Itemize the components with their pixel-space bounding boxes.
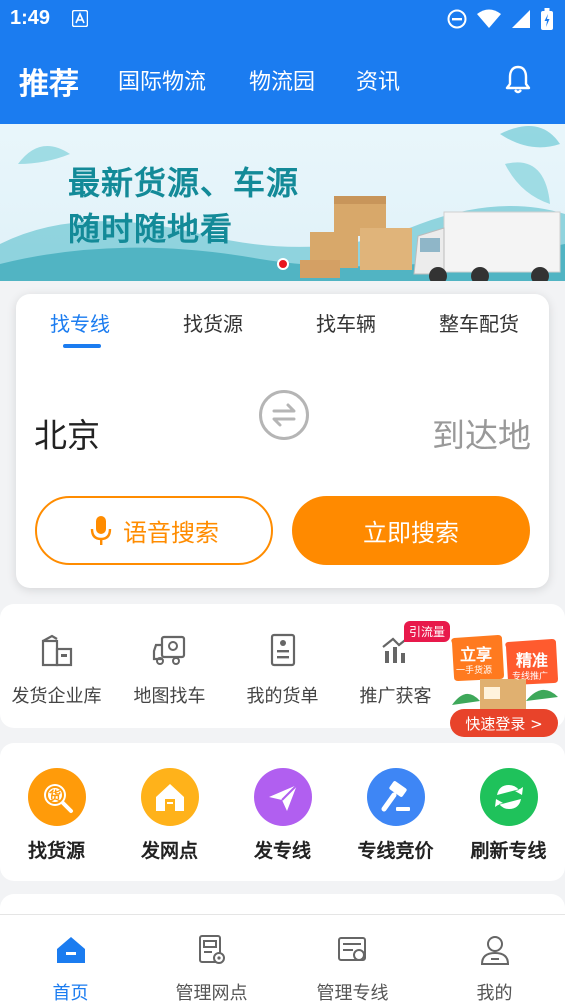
nav-label: 我的 bbox=[476, 983, 513, 1004]
action-label: 刷新专线 bbox=[470, 840, 547, 862]
manage-line-icon bbox=[337, 937, 366, 961]
banner-subline: 随时随地看 bbox=[68, 210, 234, 248]
banner-headline: 最新货源、车源 bbox=[68, 164, 300, 202]
action-line-bidding[interactable]: 专线竞价 bbox=[339, 768, 452, 863]
quick-actions: 货 找货源 发网点 发专线 专线竞价 刷新专线 bbox=[0, 743, 565, 881]
action-label: 找货源 bbox=[27, 840, 85, 862]
manage-outlet-icon bbox=[198, 935, 225, 964]
house-icon bbox=[140, 768, 199, 826]
tab-find-vehicle[interactable]: 找车辆 bbox=[316, 308, 376, 337]
promo-tag-precise-sub: 专线推广 bbox=[512, 672, 549, 682]
document-icon bbox=[270, 633, 295, 667]
traffic-badge: 引流量 bbox=[404, 621, 451, 642]
promo-tag-precise: 精准 bbox=[516, 651, 549, 670]
nav-manage-outlets[interactable]: 管理网点 bbox=[141, 931, 282, 1004]
swap-route-button[interactable] bbox=[259, 390, 309, 440]
gavel-icon bbox=[366, 768, 425, 826]
floating-login-promo[interactable]: 立享 一手货源 精准 专线推广 快速登录 > bbox=[446, 635, 564, 739]
origin-city[interactable]: 北京 bbox=[34, 409, 100, 457]
action-find-cargo[interactable]: 货 找货源 bbox=[0, 768, 113, 863]
nav-home[interactable]: 首页 bbox=[0, 931, 141, 1004]
paper-plane-icon bbox=[253, 768, 312, 826]
truck-map-icon bbox=[152, 635, 185, 665]
voice-search-button[interactable]: 语音搜索 bbox=[35, 496, 273, 565]
svg-text:货: 货 bbox=[49, 788, 61, 803]
tab-news[interactable]: 资讯 bbox=[356, 64, 400, 96]
wifi-icon bbox=[477, 9, 501, 28]
destination-field[interactable]: 到达地 bbox=[432, 409, 531, 457]
swap-icon bbox=[272, 403, 296, 427]
status-bar: 1:49 bbox=[0, 0, 565, 38]
action-post-line[interactable]: 发专线 bbox=[226, 768, 339, 863]
promo-tag-instant-sub: 一手货源 bbox=[456, 666, 493, 676]
refresh-icon bbox=[479, 768, 538, 826]
user-icon bbox=[480, 936, 509, 965]
bell-icon[interactable] bbox=[505, 64, 531, 94]
voice-search-label: 语音搜索 bbox=[123, 519, 219, 547]
tool-label: 我的货单 bbox=[246, 686, 319, 707]
tool-map-find-truck[interactable]: 地图找车 bbox=[113, 632, 226, 708]
search-now-button[interactable]: 立即搜索 bbox=[292, 496, 530, 565]
route-search-card: 找专线 找货源 找车辆 整车配货 北京 到达地 语音搜索 立即搜索 bbox=[16, 294, 549, 588]
nav-label: 管理网点 bbox=[175, 983, 248, 1004]
nav-manage-lines[interactable]: 管理专线 bbox=[282, 931, 423, 1004]
nav-label: 管理专线 bbox=[316, 983, 389, 1004]
carousel-indicator[interactable] bbox=[277, 258, 289, 270]
tool-label: 发货企业库 bbox=[11, 686, 102, 707]
battery-icon bbox=[541, 8, 553, 30]
nav-me[interactable]: 我的 bbox=[424, 931, 565, 1004]
promo-tag-instant: 立享 bbox=[460, 645, 493, 664]
microphone-icon bbox=[90, 515, 112, 545]
action-label: 发网点 bbox=[140, 840, 198, 862]
search-now-label: 立即搜索 bbox=[363, 519, 459, 547]
action-label: 专线竞价 bbox=[357, 840, 434, 862]
tab-find-line[interactable]: 找专线 bbox=[50, 308, 110, 337]
active-tab-indicator bbox=[63, 344, 101, 348]
building-icon bbox=[41, 634, 72, 667]
signal-icon bbox=[512, 10, 530, 28]
tab-full-truckload[interactable]: 整车配货 bbox=[439, 308, 519, 337]
cargo-search-icon: 货 bbox=[27, 768, 86, 826]
tab-logistics-park[interactable]: 物流园 bbox=[249, 64, 315, 96]
tab-recommend[interactable]: 推荐 bbox=[19, 59, 79, 103]
quick-login-button[interactable]: 快速登录 > bbox=[450, 709, 558, 737]
tab-international-logistics[interactable]: 国际物流 bbox=[118, 64, 206, 96]
action-post-outlet[interactable]: 发网点 bbox=[113, 768, 226, 863]
app-notification-icon bbox=[72, 10, 88, 27]
tool-label: 地图找车 bbox=[133, 686, 206, 707]
action-refresh-line[interactable]: 刷新专线 bbox=[452, 768, 565, 863]
dnd-icon bbox=[447, 9, 467, 29]
top-nav: 推荐 国际物流 物流园 资讯 bbox=[0, 38, 565, 124]
home-icon bbox=[56, 937, 85, 963]
action-label: 发专线 bbox=[253, 840, 311, 862]
tool-label: 推广获客 bbox=[359, 686, 432, 707]
tool-promote-acquire[interactable]: 推广获客 bbox=[339, 632, 452, 708]
tool-shipper-directory[interactable]: 发货企业库 bbox=[0, 632, 113, 708]
nav-label: 首页 bbox=[52, 983, 89, 1004]
tool-my-waybills[interactable]: 我的货单 bbox=[226, 632, 339, 708]
status-time: 1:49 bbox=[10, 7, 51, 29]
tab-find-cargo[interactable]: 找货源 bbox=[183, 308, 243, 337]
bottom-nav: 首页 管理网点 管理专线 我的 bbox=[0, 914, 565, 1004]
